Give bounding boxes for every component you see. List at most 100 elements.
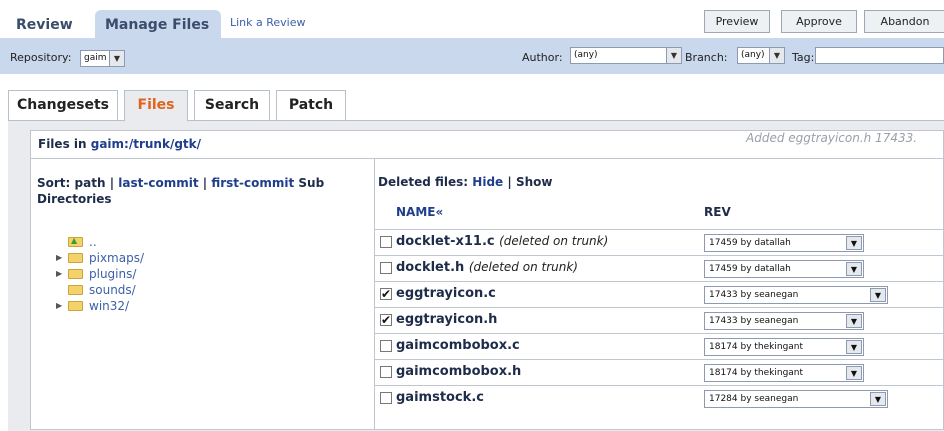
file-name-link[interactable]: gaimcombobox.h bbox=[396, 364, 521, 379]
separator: | bbox=[507, 175, 512, 189]
chevron-down-icon: ▼ bbox=[846, 366, 862, 380]
expand-arrow-icon[interactable]: ▶ bbox=[56, 298, 62, 314]
tab-changesets[interactable]: Changesets bbox=[8, 90, 118, 120]
repository-value: gaim bbox=[84, 53, 107, 63]
tree-item-label: win32/ bbox=[89, 299, 130, 313]
author-select[interactable]: (any) ▼ bbox=[570, 47, 682, 64]
link-a-review-link[interactable]: Link a Review bbox=[230, 16, 306, 29]
file-note: (deleted on trunk) bbox=[468, 260, 578, 274]
file-checkbox[interactable] bbox=[380, 392, 392, 404]
column-header-rev: REV bbox=[704, 205, 731, 219]
author-label: Author: bbox=[522, 51, 563, 64]
branch-select[interactable]: (any) ▼ bbox=[737, 47, 785, 64]
revision-value: 18174 by thekingant bbox=[709, 342, 804, 352]
file-row: gaimstock.c 17284 by seanegan ▼ bbox=[375, 385, 944, 411]
revision-value: 17284 by seanegan bbox=[709, 394, 799, 404]
hide-link[interactable]: Hide bbox=[472, 175, 503, 189]
sort-first-commit-link[interactable]: first-commit bbox=[211, 176, 294, 190]
revision-value: 17433 by seanegan bbox=[709, 316, 799, 326]
deleted-files-toggle: Deleted files: Hide | Show bbox=[378, 175, 552, 189]
revision-value: 17459 by datallah bbox=[709, 238, 791, 248]
revision-select[interactable]: 17459 by datallah ▼ bbox=[704, 260, 864, 278]
revision-value: 17433 by seanegan bbox=[709, 290, 799, 300]
tab-manage-files[interactable]: Manage Files bbox=[95, 10, 221, 40]
folder-up-icon bbox=[68, 233, 83, 249]
chevron-down-icon: ▼ bbox=[109, 51, 124, 66]
folder-icon bbox=[68, 253, 83, 263]
chevron-down-icon: ▼ bbox=[846, 262, 862, 276]
revision-value: 18174 by thekingant bbox=[709, 368, 804, 378]
folder-icon bbox=[68, 301, 83, 311]
sort-separator: | bbox=[202, 176, 208, 190]
top-bar: Review Manage Files Link a Review Previe… bbox=[0, 0, 944, 40]
file-name-link[interactable]: gaimstock.c bbox=[396, 390, 484, 405]
file-name-link[interactable]: docklet.h bbox=[396, 260, 464, 275]
file-row: gaimcombobox.h 18174 by thekingant ▼ bbox=[375, 359, 944, 385]
sort-path: path bbox=[74, 176, 106, 190]
files-in-prefix: Files in bbox=[38, 137, 87, 151]
tab-files[interactable]: Files bbox=[124, 90, 188, 121]
added-note: Added eggtrayicon.h 17433. bbox=[746, 131, 918, 145]
tag-input[interactable] bbox=[815, 47, 944, 64]
preview-button[interactable]: Preview bbox=[704, 10, 770, 33]
sort-options: Sort: path | last-commit | first-commit … bbox=[37, 175, 372, 207]
tree-item-label: .. bbox=[89, 235, 97, 249]
file-row: docklet-x11.c (deleted on trunk) 17459 b… bbox=[375, 229, 944, 255]
folder-icon bbox=[68, 269, 83, 279]
repo-path-link[interactable]: gaim:/trunk/gtk/ bbox=[91, 137, 201, 151]
revision-select[interactable]: 18174 by thekingant ▼ bbox=[704, 338, 864, 356]
revision-select[interactable]: 17433 by seanegan ▼ bbox=[704, 312, 864, 330]
sort-separator: | bbox=[109, 176, 115, 190]
tree-item-label: pixmaps/ bbox=[89, 251, 145, 265]
repository-select[interactable]: gaim ▼ bbox=[80, 50, 125, 67]
file-checkbox[interactable] bbox=[380, 366, 392, 378]
approve-button[interactable]: Approve bbox=[781, 10, 857, 33]
revision-select[interactable]: 17284 by seanegan ▼ bbox=[704, 390, 888, 408]
sort-last-commit-link[interactable]: last-commit bbox=[118, 176, 198, 190]
file-row: ✔ eggtrayicon.c 17433 by seanegan ▼ bbox=[375, 281, 944, 307]
tab-patch[interactable]: Patch bbox=[276, 90, 346, 120]
tree-item-label: plugins/ bbox=[89, 267, 137, 281]
author-value: (any) bbox=[574, 50, 598, 60]
file-row: gaimcombobox.c 18174 by thekingant ▼ bbox=[375, 333, 944, 359]
sort-label: Sort: bbox=[37, 176, 71, 190]
chevron-down-icon: ▼ bbox=[666, 48, 681, 63]
file-name-link[interactable]: eggtrayicon.h bbox=[396, 312, 497, 327]
expand-arrow-icon[interactable]: ▶ bbox=[56, 250, 62, 266]
chevron-down-icon: ▼ bbox=[846, 236, 862, 250]
branch-label: Branch: bbox=[685, 51, 728, 64]
abandon-button[interactable]: Abandon bbox=[864, 10, 944, 33]
chevron-down-icon: ▼ bbox=[846, 340, 862, 354]
revision-select[interactable]: 17433 by seanegan ▼ bbox=[704, 286, 888, 304]
file-name-link[interactable]: eggtrayicon.c bbox=[396, 286, 496, 301]
files-in-heading: Files in gaim:/trunk/gtk/ bbox=[38, 137, 201, 151]
file-checkbox[interactable] bbox=[380, 262, 392, 274]
file-note: (deleted on trunk) bbox=[499, 234, 609, 248]
deleted-files-label: Deleted files: bbox=[378, 175, 469, 189]
folder-icon bbox=[68, 285, 83, 295]
file-checkbox-checked[interactable]: ✔ bbox=[380, 288, 392, 300]
expand-arrow-icon[interactable]: ▶ bbox=[56, 266, 62, 282]
file-checkbox[interactable] bbox=[380, 340, 392, 352]
chevron-down-icon: ▼ bbox=[870, 288, 886, 302]
file-row: ✔ eggtrayicon.h 17433 by seanegan ▼ bbox=[375, 307, 944, 333]
chevron-down-icon: ▼ bbox=[769, 48, 784, 63]
tree-item-label: sounds/ bbox=[89, 283, 136, 297]
divider bbox=[30, 158, 944, 159]
column-header-name[interactable]: NAME« bbox=[396, 205, 443, 219]
branch-value: (any) bbox=[741, 50, 765, 60]
revision-select[interactable]: 17459 by datallah ▼ bbox=[704, 234, 864, 252]
file-checkbox[interactable] bbox=[380, 236, 392, 248]
tab-search[interactable]: Search bbox=[194, 90, 270, 120]
tag-label: Tag: bbox=[792, 51, 815, 64]
file-name-link[interactable]: docklet-x11.c bbox=[396, 234, 495, 249]
filter-bar: Repository: gaim ▼ Author: (any) ▼ Branc… bbox=[0, 38, 944, 74]
show-link[interactable]: Show bbox=[516, 175, 553, 189]
file-name-link[interactable]: gaimcombobox.c bbox=[396, 338, 520, 353]
tab-review[interactable]: Review bbox=[6, 10, 82, 40]
revision-value: 17459 by datallah bbox=[709, 264, 791, 274]
file-row: docklet.h (deleted on trunk) 17459 by da… bbox=[375, 255, 944, 281]
file-checkbox-checked[interactable]: ✔ bbox=[380, 314, 392, 326]
revision-select[interactable]: 18174 by thekingant ▼ bbox=[704, 364, 864, 382]
chevron-down-icon: ▼ bbox=[870, 392, 886, 406]
